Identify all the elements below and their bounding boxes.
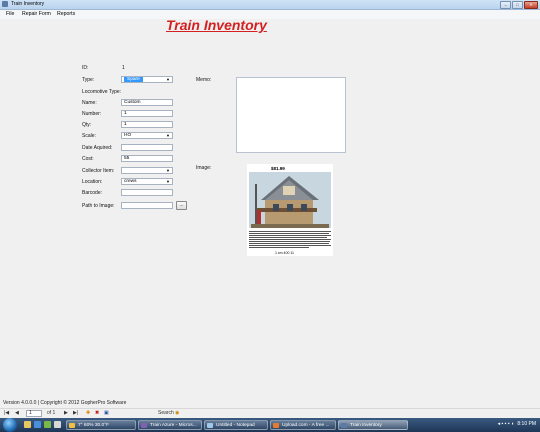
taskbar-browser[interactable]: Upload.com - A free ...	[270, 420, 336, 430]
weather-icon	[69, 423, 75, 428]
scale-select[interactable]: HO ▼	[121, 132, 173, 139]
record-count: of 1	[47, 410, 56, 416]
image-price: $81.99	[271, 166, 285, 171]
taskbar-visual-studio[interactable]: Train Azure - Micros...	[138, 420, 202, 430]
browse-button[interactable]: ...	[176, 201, 187, 210]
memo-label: Memo:	[196, 77, 212, 83]
cost-field[interactable]: 55	[121, 155, 173, 162]
window-controls: – □ ✕	[500, 1, 538, 9]
memo-textarea[interactable]	[236, 77, 346, 153]
notepad-icon	[207, 423, 213, 428]
type-value: Spare	[124, 77, 143, 82]
product-image: $81.99 1 cm 400 11	[247, 164, 333, 256]
number-label: Number:	[82, 111, 102, 117]
taskbar-notepad-label: Untitled - Notepad	[216, 423, 255, 428]
close-button[interactable]: ✕	[524, 1, 538, 9]
path-to-image-label: Path to Image:	[82, 203, 115, 209]
image-label: Image:	[196, 165, 212, 171]
status-bar: Version 4.0.0.0 | Copyright © 2012 Gophe…	[0, 399, 540, 407]
window-title: Train Inventory	[11, 1, 45, 7]
search-label[interactable]: Search	[158, 410, 174, 416]
image-caption: 1 cm 400 11	[275, 251, 294, 255]
start-button[interactable]	[3, 418, 17, 432]
system-tray-icons[interactable]: ◂ ▪ ▪ ▪ ◖	[498, 421, 514, 427]
binoculars-icon[interactable]: ◉	[175, 410, 179, 416]
location-select[interactable]: crews ▼	[121, 178, 173, 185]
chevron-down-icon: ▼	[166, 179, 170, 184]
move-previous-icon[interactable]: ◀	[15, 410, 19, 416]
train-inventory-icon	[341, 423, 347, 428]
version-text: Version 4.0.0.0 | Copyright © 2012 Gophe…	[3, 400, 127, 406]
app-icon	[2, 1, 8, 7]
clock[interactable]: 8:10 PM	[517, 421, 536, 427]
location-label: Location:	[82, 179, 103, 185]
menu-repair-form[interactable]: Repair Form	[22, 11, 51, 17]
id-label: ID:	[82, 65, 89, 71]
firefox-icon	[273, 423, 279, 428]
taskbar-weather[interactable]: 7° 60% 30.0°F	[66, 420, 136, 430]
cost-label: Cost:	[82, 156, 94, 162]
menu-reports[interactable]: Reports	[57, 11, 75, 17]
barcode-field[interactable]	[121, 189, 173, 196]
menu-file[interactable]: File	[6, 11, 14, 17]
taskbar-train-inventory[interactable]: Train Inventory	[338, 420, 408, 430]
barcode-label: Barcode:	[82, 190, 103, 196]
taskbar-notepad[interactable]: Untitled - Notepad	[204, 420, 268, 430]
taskbar-browser-label: Upload.com - A free ...	[282, 423, 330, 428]
visual-studio-icon	[141, 423, 147, 428]
minimize-button[interactable]: –	[500, 1, 511, 9]
page-title: Train Inventory	[166, 17, 267, 33]
number-field[interactable]: 1	[121, 110, 173, 117]
move-next-icon[interactable]: ▶	[64, 410, 68, 416]
chevron-down-icon: ▼	[166, 77, 170, 82]
ie-icon[interactable]	[34, 421, 41, 428]
move-last-icon[interactable]: ▶|	[73, 410, 78, 416]
id-value: 1	[122, 65, 125, 71]
date-acquired-field[interactable]	[121, 144, 173, 151]
taskbar-visual-studio-label: Train Azure - Micros...	[150, 423, 197, 428]
name-field[interactable]: Custom	[121, 99, 173, 106]
name-label: Name:	[82, 100, 97, 106]
media-icon[interactable]	[44, 421, 51, 428]
qty-field[interactable]: 1	[121, 121, 173, 128]
taskbar: 7° 60% 30.0°F Train Azure - Micros... Un…	[0, 418, 540, 432]
taskbar-train-inventory-label: Train Inventory	[350, 423, 382, 428]
taskbar-weather-label: 7° 60% 30.0°F	[78, 423, 110, 428]
path-to-image-field[interactable]	[121, 202, 173, 209]
collector-item-label: Collector Item:	[82, 168, 115, 174]
position-field[interactable]: 1	[26, 410, 42, 417]
type-select[interactable]: Spare ▼	[121, 76, 173, 83]
qty-label: Qty:	[82, 122, 92, 128]
maximize-button[interactable]: □	[512, 1, 523, 9]
location-value: crews	[124, 179, 137, 184]
chevron-down-icon: ▼	[166, 168, 170, 173]
chevron-down-icon: ▼	[166, 133, 170, 138]
scale-value: HO	[124, 133, 132, 138]
scale-label: Scale:	[82, 133, 96, 139]
delete-icon[interactable]: ✖	[95, 410, 99, 416]
collector-item-select[interactable]: ▼	[121, 167, 173, 174]
title-bar: Train Inventory – □ ✕	[0, 0, 540, 10]
locomotive-type-label: Locomotive Type:	[82, 89, 122, 95]
app-icon[interactable]	[54, 421, 61, 428]
type-label: Type:	[82, 77, 95, 83]
date-acquired-label: Date Aquired:	[82, 145, 113, 151]
menu-bar: File Repair Form Reports	[0, 10, 540, 19]
save-icon[interactable]: ▣	[104, 410, 109, 416]
move-first-icon[interactable]: |◀	[4, 410, 9, 416]
house-illustration: $81.99 1 cm 400 11	[249, 166, 331, 255]
add-new-icon[interactable]: ✚	[86, 410, 90, 416]
explorer-icon[interactable]	[24, 421, 31, 428]
